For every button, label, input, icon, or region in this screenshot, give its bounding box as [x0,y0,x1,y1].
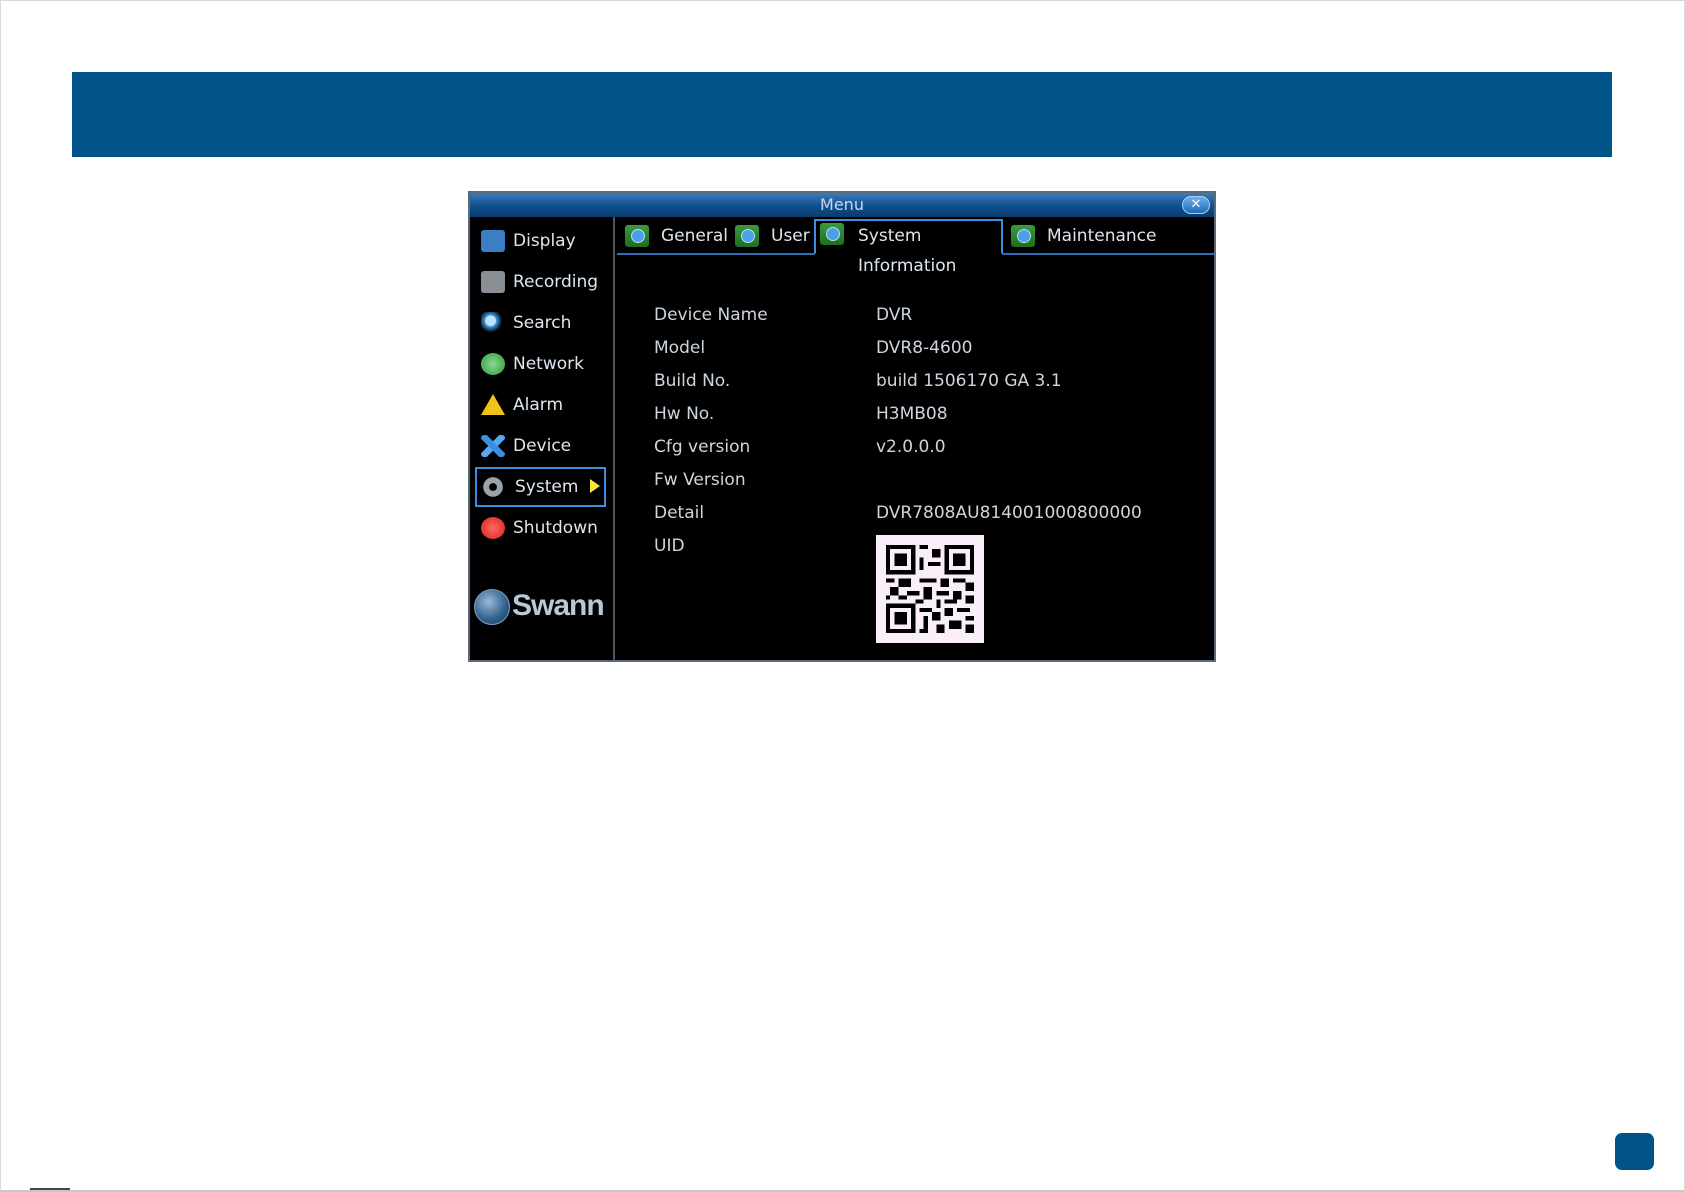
sidebar-item-label: Network [513,354,584,374]
info-label: UID [654,536,685,556]
tab-label: Maintenance [1047,226,1157,246]
bottom-divider [30,1188,70,1190]
info-label: Model [654,338,706,358]
page-number-badge [1615,1133,1654,1170]
sidebar-item-label: Device [513,436,572,456]
power-icon [481,517,505,539]
sidebar-item-shutdown[interactable]: Shutdown [475,508,606,548]
header-band [72,72,1612,157]
sidebar-item-device[interactable]: Device [475,426,606,466]
chevron-right-icon [590,479,600,493]
sidebar-item-alarm[interactable]: Alarm [475,385,606,425]
sidebar-item-label: Alarm [513,395,564,415]
search-icon [481,312,505,334]
sidebar-item-label: System [515,477,579,497]
info-label: Hw No. [654,404,715,424]
settings-tab-icon [735,225,759,247]
qr-code-icon [886,545,974,633]
display-icon [481,230,505,252]
sidebar-item-label: Shutdown [513,518,598,538]
tab-label: System Information [858,226,957,276]
sidebar: Display Recording Search Network Alarm D… [470,217,615,660]
info-label: Detail [654,503,705,523]
tab-maintenance[interactable]: Maintenance [1005,219,1157,253]
close-icon: ✕ [1190,197,1202,212]
info-value: DVR [876,305,913,325]
swann-logo: Swann [474,587,614,627]
info-label: Build No. [654,371,731,391]
info-value: DVR7808AU814001000800000 [876,503,1142,523]
sidebar-item-label: Display [513,231,576,251]
dvr-menu-window: Menu ✕ Display Recording Search Network … [468,191,1216,662]
close-button[interactable]: ✕ [1182,196,1210,214]
sidebar-item-search[interactable]: Search [475,303,606,343]
sidebar-item-system[interactable]: System [475,467,606,507]
settings-tab-icon [625,225,649,247]
info-label: Cfg version [654,437,751,457]
settings-tab-icon [820,223,844,245]
network-icon [481,353,505,375]
tab-system-information[interactable]: System Information [814,219,1003,276]
window-title: Menu [820,195,864,214]
sidebar-item-recording[interactable]: Recording [475,262,606,302]
alarm-icon [481,394,505,415]
tab-label: User [771,226,810,246]
swann-logo-icon [474,589,510,625]
tab-label: General [661,226,728,246]
tab-bar: General User System Information Maintena… [617,217,1214,276]
tab-user[interactable]: User [729,219,810,253]
settings-tab-icon [1011,225,1035,247]
gear-icon [481,476,505,498]
uid-qr-code [876,535,984,643]
info-value: v2.0.0.0 [876,437,946,457]
sidebar-item-network[interactable]: Network [475,344,606,384]
tab-general[interactable]: General [619,219,728,253]
info-value: H3MB08 [876,404,948,424]
recording-icon [481,271,505,293]
info-label: Fw Version [654,470,746,490]
device-icon [481,435,505,457]
info-value: DVR8-4600 [876,338,973,358]
sidebar-item-display[interactable]: Display [475,221,606,261]
info-label: Device Name [654,305,768,325]
info-value: build 1506170 GA 3.1 [876,371,1062,391]
logo-text: Swann [512,589,605,622]
window-titlebar: Menu ✕ [470,193,1214,217]
sidebar-item-label: Recording [513,272,599,292]
sidebar-item-label: Search [513,313,572,333]
